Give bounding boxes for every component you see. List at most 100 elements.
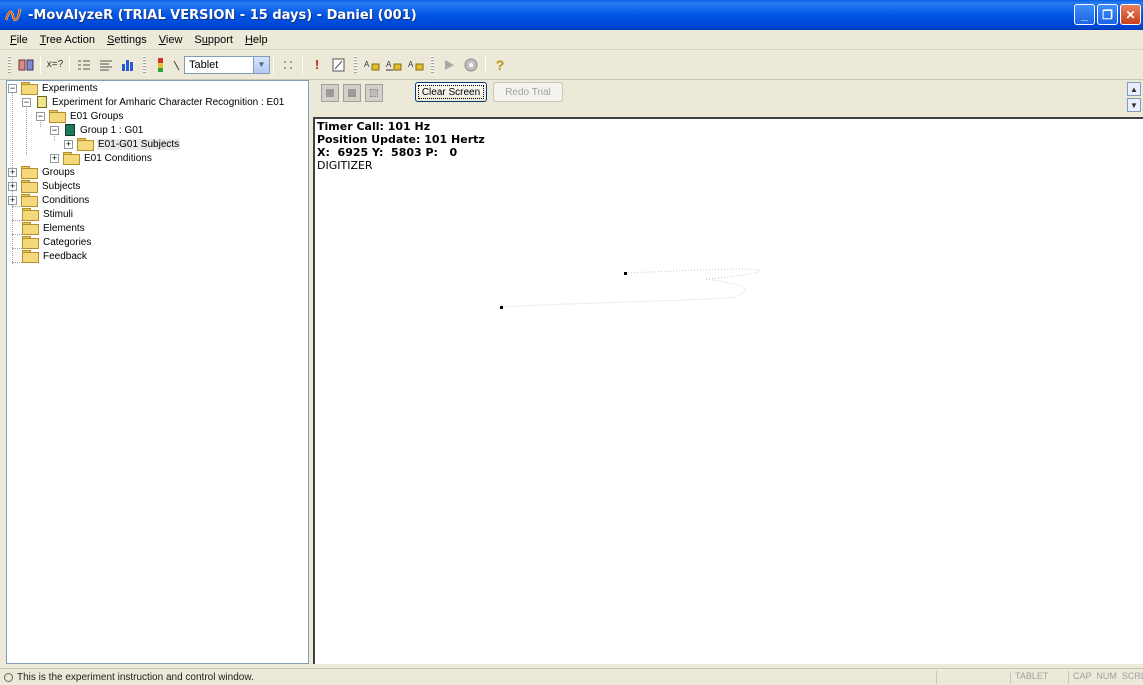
status-message: This is the experiment instruction and c… xyxy=(17,671,254,683)
folder-icon xyxy=(63,152,80,165)
tree-node-label: Feedback xyxy=(43,250,87,262)
list-icon[interactable] xyxy=(73,54,95,76)
toolbar-separator xyxy=(273,55,274,74)
open-folder-icon xyxy=(77,138,94,151)
expand-icon[interactable]: + xyxy=(8,167,17,177)
folder-icon xyxy=(21,82,38,95)
menu-bar: File Tree Action Settings View Support H… xyxy=(0,30,1143,50)
redo-trial-button[interactable]: Redo Trial xyxy=(493,82,563,102)
calculate-icon[interactable]: x=? xyxy=(44,54,66,76)
recording-canvas[interactable]: Timer Call: 101 Hz Position Update: 101 … xyxy=(313,117,1143,664)
toolbar: x=? Tablet ▼ ! A A A ? xyxy=(0,50,1143,80)
minimize-button[interactable]: _ xyxy=(1074,4,1095,25)
experiment-wizard-icon[interactable] xyxy=(15,54,37,76)
trial-control-strip: Clear Screen Redo Trial ▲ ▼ xyxy=(313,80,1143,117)
svg-text:A: A xyxy=(408,60,414,69)
tree-node-label: Experiments xyxy=(42,82,98,94)
collapse-icon[interactable]: − xyxy=(8,83,17,93)
expand-icon[interactable]: + xyxy=(8,195,17,205)
tree-node-elements[interactable]: Elements xyxy=(22,221,86,235)
tree-node-experiments[interactable]: − Experiments xyxy=(8,81,99,95)
tree-node-groups[interactable]: + Groups xyxy=(8,165,76,179)
tree-node-label: Stimuli xyxy=(43,208,74,220)
scroll-up-icon[interactable]: ▲ xyxy=(1127,82,1141,96)
help-icon[interactable]: ? xyxy=(489,54,511,76)
tree-node-conditions[interactable]: + Conditions xyxy=(8,193,90,207)
folder-icon xyxy=(22,222,39,235)
folder-icon xyxy=(22,208,39,221)
font-c-icon[interactable]: A xyxy=(405,54,427,76)
experiment-tree[interactable]: − Experiments − Experiment for Amharic C… xyxy=(6,80,309,664)
menu-settings[interactable]: Settings xyxy=(101,34,153,46)
menu-view[interactable]: View xyxy=(153,34,189,46)
folder-icon xyxy=(22,236,39,249)
tree-node-group[interactable]: − Group 1 : G01 xyxy=(50,123,144,137)
expand-icon[interactable]: + xyxy=(64,139,73,149)
align-icon[interactable] xyxy=(95,54,117,76)
font-a-icon[interactable]: A xyxy=(361,54,383,76)
device-select-value: Tablet xyxy=(184,55,254,74)
settings-button[interactable] xyxy=(365,84,383,102)
tree-node-subjects-folder[interactable]: + E01-G01 Subjects xyxy=(64,137,181,151)
clear-screen-button[interactable]: Clear Screen xyxy=(415,82,487,102)
folder-icon xyxy=(21,180,38,193)
chevron-down-icon[interactable]: ▼ xyxy=(254,55,270,74)
tree-node-label: E01 Groups xyxy=(70,110,124,122)
tree-node-label: Elements xyxy=(43,222,85,234)
collapse-icon[interactable]: − xyxy=(50,125,59,135)
menu-tree-action[interactable]: Tree Action xyxy=(34,34,101,46)
tree-node-label: E01 Conditions xyxy=(84,152,152,164)
expand-icon[interactable]: + xyxy=(50,153,59,163)
toolbar-grip[interactable] xyxy=(431,55,434,74)
font-b-icon[interactable]: A xyxy=(383,54,405,76)
grid-icon[interactable] xyxy=(277,54,299,76)
tree-node-label: Categories xyxy=(43,236,92,248)
play-icon[interactable] xyxy=(438,54,460,76)
folder-icon xyxy=(49,110,66,123)
tree-node-conditions-folder[interactable]: + E01 Conditions xyxy=(50,151,153,165)
tree-node-label: Groups xyxy=(42,166,75,178)
stop-button[interactable] xyxy=(321,84,339,102)
toolbar-separator xyxy=(485,55,486,74)
menu-file[interactable]: File xyxy=(4,34,34,46)
group-icon xyxy=(65,124,75,136)
restore-button[interactable]: ❐ xyxy=(1097,4,1118,25)
close-button[interactable]: ✕ xyxy=(1120,4,1141,25)
record-icon[interactable] xyxy=(460,54,482,76)
collapse-icon[interactable]: − xyxy=(22,97,31,107)
toolbar-grip[interactable] xyxy=(8,55,11,74)
tree-node-subjects[interactable]: + Subjects xyxy=(8,179,81,193)
status-bar: This is the experiment instruction and c… xyxy=(0,668,1143,685)
status-keys: CAP NUM SCRL xyxy=(1068,671,1143,684)
toolbar-separator xyxy=(302,55,303,74)
bar-chart-icon[interactable] xyxy=(117,54,139,76)
folder-icon xyxy=(22,250,39,263)
tree-node-stimuli[interactable]: Stimuli xyxy=(22,207,74,221)
toolbar-grip[interactable] xyxy=(354,55,357,74)
menu-support[interactable]: Support xyxy=(188,34,239,46)
tree-node-experiment[interactable]: − Experiment for Amharic Character Recog… xyxy=(22,95,285,109)
color-bar-icon[interactable] xyxy=(150,54,172,76)
window-title: -MovAlyzeR (TRIAL VERSION - 15 days) - D… xyxy=(28,7,417,23)
toolbar-grip[interactable] xyxy=(143,55,146,74)
trace-end-point xyxy=(500,306,503,309)
svg-text:A: A xyxy=(386,60,392,69)
alert-icon[interactable]: ! xyxy=(306,54,328,76)
pause-button[interactable] xyxy=(343,84,361,102)
tree-node-categories[interactable]: Categories xyxy=(22,235,92,249)
edit-icon[interactable] xyxy=(328,54,350,76)
app-icon[interactable] xyxy=(4,6,22,24)
tree-node-groups-folder[interactable]: − E01 Groups xyxy=(36,109,124,123)
tree-node-label: Experiment for Amharic Character Recogni… xyxy=(52,96,285,108)
trace-start-point xyxy=(624,272,627,275)
tree-node-label: Conditions xyxy=(42,194,90,206)
menu-help[interactable]: Help xyxy=(239,34,274,46)
collapse-icon[interactable]: − xyxy=(36,111,45,121)
tree-node-label: E01-G01 Subjects xyxy=(97,138,181,150)
pen-icon[interactable] xyxy=(172,54,182,76)
expand-icon[interactable]: + xyxy=(8,181,17,191)
tree-node-feedback[interactable]: Feedback xyxy=(22,249,88,263)
svg-text:A: A xyxy=(364,60,370,69)
scroll-down-icon[interactable]: ▼ xyxy=(1127,98,1141,112)
device-select[interactable]: Tablet ▼ xyxy=(184,55,270,74)
